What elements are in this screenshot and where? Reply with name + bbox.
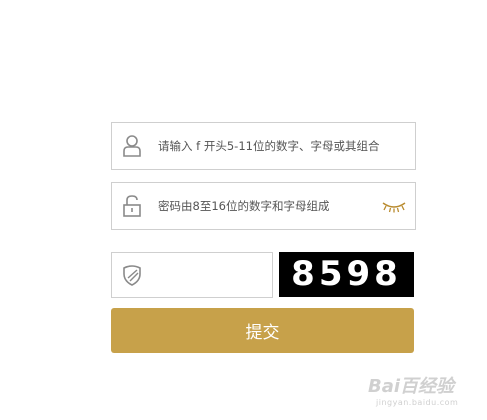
- captcha-image[interactable]: 8598: [279, 252, 414, 297]
- captcha-input[interactable]: [111, 252, 273, 298]
- username-field[interactable]: 请输入 f 开头5-11位的数字、字母或其组合: [111, 122, 416, 170]
- user-icon: [122, 134, 142, 158]
- submit-button[interactable]: 提交: [111, 308, 414, 353]
- login-page: 请输入 f 开头5-11位的数字、字母或其组合 密码由8至16位的数字和字母组成: [0, 0, 487, 420]
- password-placeholder: 密码由8至16位的数字和字母组成: [158, 199, 330, 213]
- password-field[interactable]: 密码由8至16位的数字和字母组成: [111, 182, 416, 230]
- watermark-sub: jingyan.baidu.com: [376, 398, 459, 407]
- baidu-watermark: Bai百经验 jingyan.baidu.com: [368, 372, 478, 412]
- eye-closed-icon[interactable]: [381, 199, 407, 213]
- watermark-main: Bai百经验: [368, 376, 455, 397]
- unlock-icon: [122, 194, 142, 218]
- shield-icon: [122, 263, 142, 287]
- username-placeholder: 请输入 f 开头5-11位的数字、字母或其组合: [158, 139, 380, 153]
